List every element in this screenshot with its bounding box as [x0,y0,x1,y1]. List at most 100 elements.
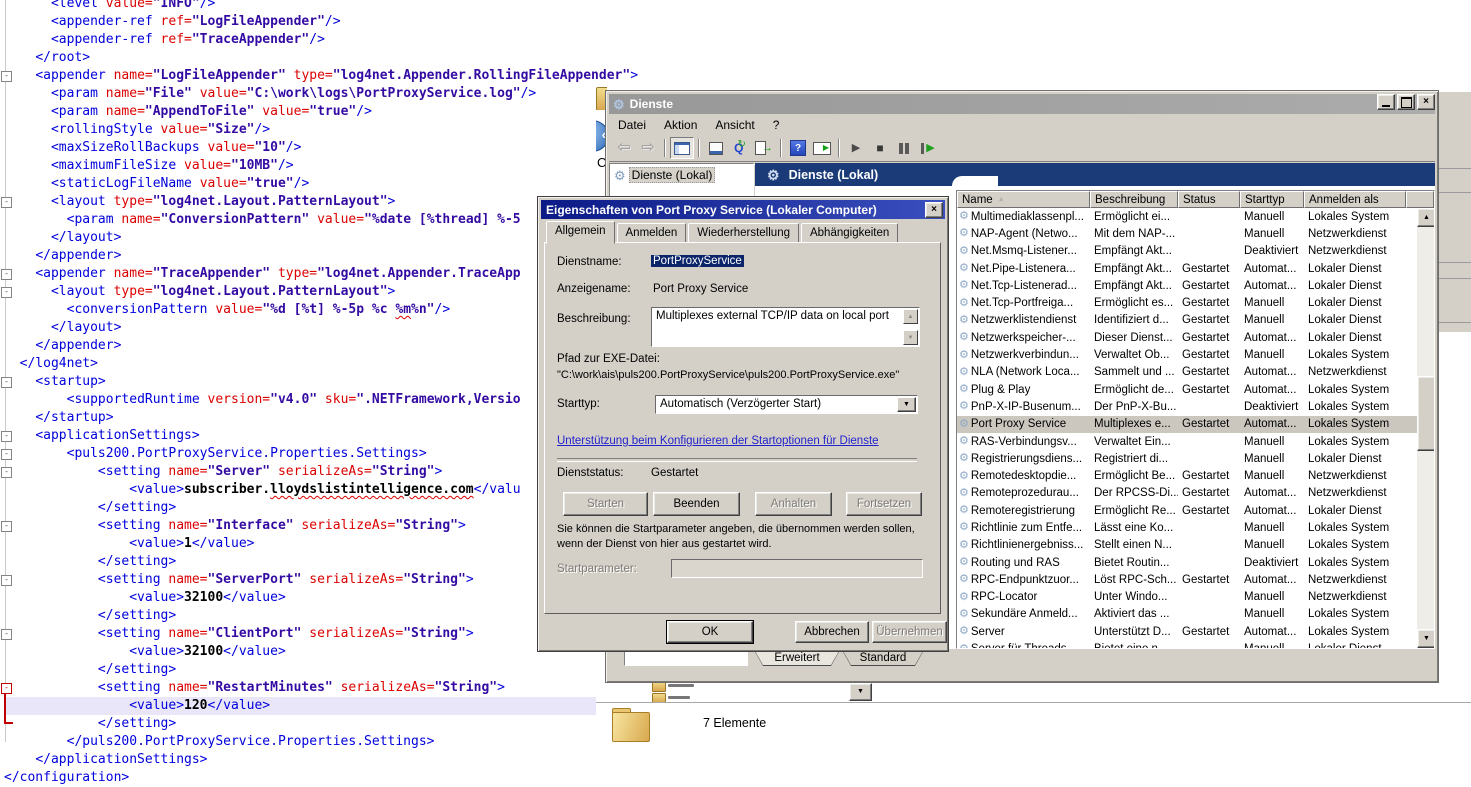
pause-service-icon[interactable] [892,137,916,159]
service-row[interactable]: ⚙Richtlinienergebniss...Stellt einen N..… [957,537,1417,554]
fold-toggle[interactable]: - [1,521,12,532]
startparam-input[interactable] [671,559,923,578]
service-row[interactable]: ⚙Multimediaklassenpl...Ermöglicht ei...M… [957,208,1417,225]
help-icon[interactable]: ? [786,137,810,159]
fold-toggle[interactable]: - [1,683,12,694]
service-row[interactable]: ⚙Net.Pipe-Listenera...Empfängt Akt...Ges… [957,260,1417,277]
dropdown-button[interactable]: ▼ [849,683,872,701]
stop-button[interactable]: Beenden [653,492,740,516]
apply-button[interactable]: Übernehmen [872,621,947,643]
service-row[interactable]: ⚙NLA (Network Loca...Sammelt und ...Gest… [957,364,1417,381]
service-row[interactable]: ⚙RPC-Endpunktzuor...Löst RPC-Sch...Gesta… [957,571,1417,588]
tree-item-dienste-lokal[interactable]: ⚙ Dienste (Lokal) [612,167,717,183]
export-list-icon[interactable]: → [752,137,776,159]
service-row[interactable]: ⚙Registrierungsdiens...Registriert di...… [957,450,1417,467]
code-line: <rollingStyle value="Size"/> [4,121,638,139]
service-row[interactable]: ⚙Netzwerkverbindun...Verwaltet Ob...Gest… [957,346,1417,363]
fold-toggle[interactable]: - [1,71,12,82]
service-starttype-cell: Automat... [1240,505,1304,517]
fold-toggle[interactable]: - [1,431,12,442]
service-name-cell: ⚙Remoteregistrierung [957,505,1090,517]
fold-toggle[interactable]: - [1,575,12,586]
service-row[interactable]: ⚙Plug & PlayErmöglicht de...GestartetAut… [957,381,1417,398]
service-row[interactable]: ⚙Remoteprozedurau...Der RPCSS-Di...Gesta… [957,485,1417,502]
fold-toggle[interactable]: - [1,197,12,208]
dialog-titlebar[interactable]: Eigenschaften von Port Proxy Service (Lo… [541,200,945,219]
tab-anmelden[interactable]: Anmelden [617,223,687,243]
startoptions-help-link[interactable]: Unterstützung beim Konfigurieren der Sta… [557,435,879,447]
service-row[interactable]: ⚙ServerUnterstützt D...GestartetAutomat.… [957,623,1417,640]
fold-toggle[interactable]: - [1,467,12,478]
service-logon-cell: Netzwerkdienst [1304,470,1417,482]
service-name-value[interactable]: PortProxyService [651,255,744,267]
properties-icon[interactable] [704,137,728,159]
fold-toggle[interactable]: - [1,629,12,640]
ok-button[interactable]: OK [667,621,753,643]
tab-erweitert[interactable]: Erweitert [754,650,840,666]
scroll-up-button[interactable]: ▲ [903,309,918,324]
show-tree-icon[interactable] [670,137,694,159]
service-row[interactable]: ⚙Server für Threads...Bietet eine n...Ma… [957,640,1417,648]
tab-wiederherstellung[interactable]: Wiederherstellung [688,223,799,243]
menu-item-?[interactable]: ? [764,116,789,134]
service-row[interactable]: ⚙NetzwerklistendienstIdentifiziert d...G… [957,312,1417,329]
services-icon: ⚙ [614,169,626,182]
tab-allgemein[interactable]: Allgemein [546,221,615,244]
vertical-scrollbar[interactable]: ▲ ▼ [1417,208,1434,648]
service-row[interactable]: ⚙Richtlinie zum Entfe...Lässt eine Ko...… [957,519,1417,536]
cancel-button[interactable]: Abbrechen [795,621,869,643]
service-row[interactable]: ⚙Net.Tcp-Listenerad...Empfängt Akt...Ges… [957,277,1417,294]
scroll-up-button[interactable]: ▲ [1417,208,1435,227]
service-row[interactable]: ⚙Routing und RASBietet Routin...Deaktivi… [957,554,1417,571]
service-row[interactable]: ⚙Net.Msmq-Listener...Empfängt Akt...Deak… [957,243,1417,260]
scroll-down-button[interactable]: ▼ [903,330,918,345]
column-header-anmelden[interactable]: Anmelden als [1304,191,1406,208]
forward-icon[interactable]: ⇨ [636,137,660,159]
service-row[interactable]: ⚙RAS-Verbindungsv...Verwaltet Ein...Manu… [957,433,1417,450]
service-row[interactable]: ⚙NAP-Agent (Netwo...Mit dem NAP-...Manue… [957,225,1417,242]
service-row[interactable]: ⚙Sekundäre Anmeld...Aktiviert das ...Man… [957,606,1417,623]
minimize-button[interactable] [1377,94,1395,110]
scroll-down-button[interactable]: ▼ [1417,629,1435,648]
tab-abhaengigkeiten[interactable]: Abhängigkeiten [801,223,898,243]
service-row[interactable]: ⚙Netzwerkspeicher-...Dieser Dienst...Ges… [957,329,1417,346]
refresh-icon[interactable]: Q↻ [728,137,752,159]
service-row[interactable]: ⚙Net.Tcp-Portfreiga...Ermöglicht es...Ge… [957,294,1417,311]
combo-dropdown-button[interactable]: ▼ [897,397,916,412]
services-titlebar[interactable]: ⚙ Dienste [609,94,1435,114]
back-icon[interactable]: ⇦ [612,137,636,159]
service-description-cell: Ermöglicht de... [1090,384,1178,396]
pause-button[interactable]: Anhalten [755,492,832,516]
fold-toggle[interactable]: - [1,449,12,460]
dialog-close-button[interactable]: × [925,202,943,218]
starttype-combobox[interactable]: Automatisch (Verzögerter Start) ▼ [655,395,918,414]
column-header-name[interactable]: Name ▲ [957,191,1090,208]
service-row[interactable]: ⚙RemoteregistrierungErmöglicht Re...Gest… [957,502,1417,519]
extended-view-icon[interactable]: ▶ [810,137,834,159]
resume-button[interactable]: Fortsetzen [846,492,922,516]
service-row[interactable]: ⚙Remotedesktopdie...Ermöglicht Be...Gest… [957,467,1417,484]
close-button[interactable]: × [1417,94,1435,110]
service-row[interactable]: ⚙RPC-LocatorUnter Windo...ManuellNetzwer… [957,589,1417,606]
fold-toggle[interactable]: - [1,269,12,280]
column-header-beschreibung[interactable]: Beschreibung [1090,191,1178,208]
fold-toggle[interactable]: - [1,377,12,388]
stop-service-icon[interactable]: ■ [868,137,892,159]
maximize-button[interactable] [1397,94,1415,110]
start-service-icon[interactable]: ▶ [844,137,868,159]
restart-service-icon[interactable]: ▶ [916,137,940,159]
scrollbar-thumb[interactable] [1417,376,1435,451]
menu-item-datei[interactable]: Datei [609,116,655,134]
tab-standard[interactable]: Standard [842,650,924,666]
service-row[interactable]: ⚙PnP-X-IP-Busenum...Der PnP-X-Bu...Deakt… [957,398,1417,415]
menu-item-aktion[interactable]: Aktion [655,116,706,134]
column-header-starttyp[interactable]: Starttyp [1240,191,1304,208]
fold-toggle[interactable]: - [1,287,12,298]
start-button[interactable]: Starten [563,492,648,516]
menu-item-ansicht[interactable]: Ansicht [706,116,763,134]
column-header-status[interactable]: Status [1178,191,1240,208]
description-field[interactable]: Multiplexes external TCP/IP data on loca… [651,307,920,347]
service-row[interactable]: ⚙Port Proxy ServiceMultiplexes e...Gesta… [957,416,1417,433]
list-header: Name ▲ Beschreibung Status Starttyp Anme… [957,191,1434,208]
code-editor[interactable]: <level value="INFO"/> <appender-ref ref=… [0,0,605,787]
